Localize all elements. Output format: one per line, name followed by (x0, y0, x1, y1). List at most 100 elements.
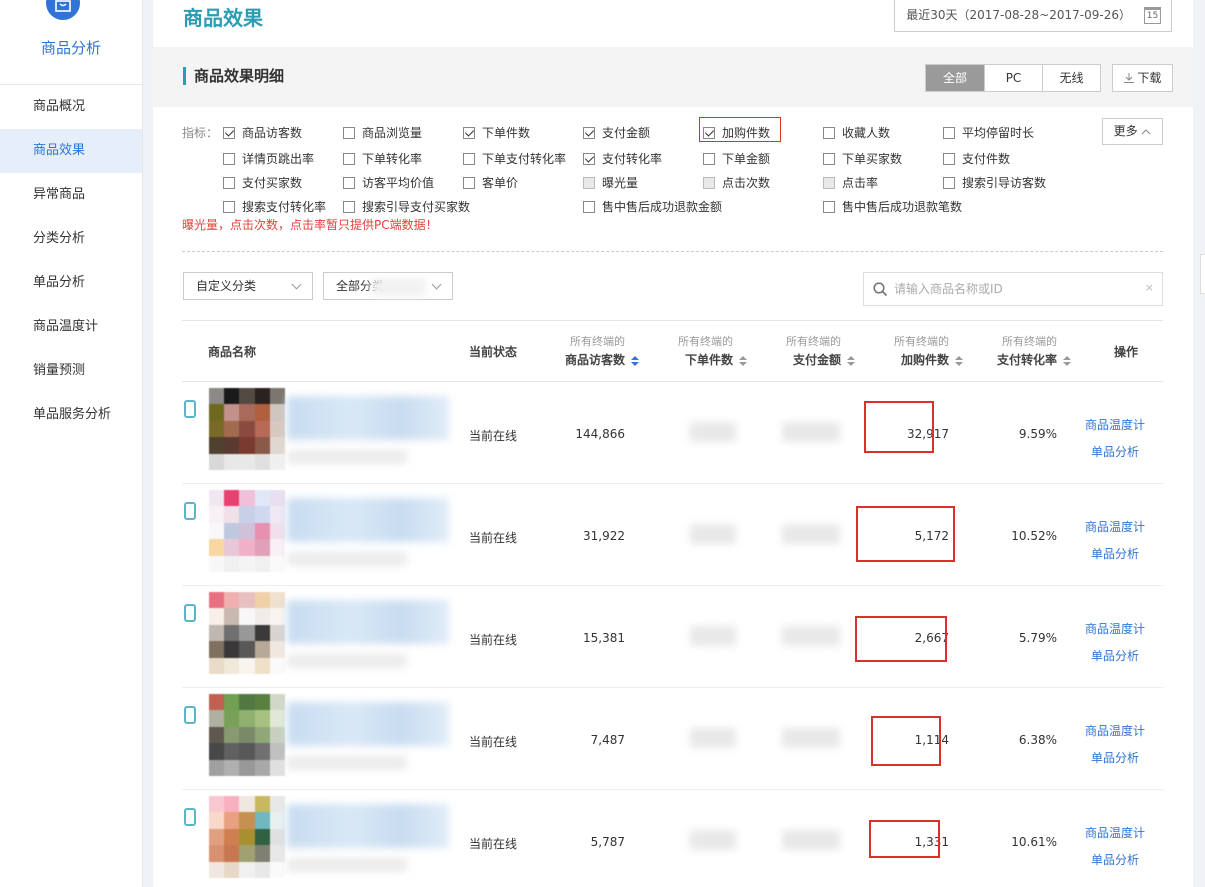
date-range-picker[interactable]: 最近30天（2017-08-28~2017-09-26） 15 (894, 0, 1172, 32)
checkbox-checked-icon[interactable] (223, 127, 235, 139)
checkbox-icon[interactable] (583, 201, 595, 213)
sort-icon[interactable] (631, 356, 639, 368)
checkbox-icon[interactable] (223, 177, 235, 189)
checkbox-icon[interactable] (343, 177, 355, 189)
col-orders[interactable]: 所有终端的 下单件数 (678, 333, 747, 369)
product-search[interactable]: × (863, 272, 1163, 306)
indicator-checkbox[interactable]: 访客平均价值 (343, 174, 434, 192)
indicator-checkbox[interactable]: 商品访客数 (223, 124, 302, 142)
product-thermometer-link[interactable]: 商品温度计 (1085, 620, 1145, 637)
indicator-checkbox[interactable]: 详情页跳出率 (223, 150, 314, 168)
product-thumbnail[interactable] (209, 388, 285, 470)
redacted-product-name[interactable] (287, 498, 449, 542)
clear-icon[interactable]: × (1145, 281, 1154, 294)
sidebar-item[interactable]: 商品概况 (0, 85, 142, 129)
sidebar-item[interactable]: 商品温度计 (0, 305, 142, 349)
segment-all[interactable]: 全部 (926, 65, 984, 91)
redacted-product-name[interactable] (287, 396, 449, 440)
custom-category-select[interactable]: 自定义分类 (183, 272, 313, 300)
indicator-checkbox[interactable]: 下单转化率 (343, 150, 422, 168)
indicator-label-text: 支付金额 (602, 126, 651, 140)
indicator-checkbox[interactable]: 点击率 (823, 174, 878, 192)
product-thumbnail[interactable] (209, 796, 285, 878)
indicator-checkbox[interactable]: 支付买家数 (223, 174, 302, 192)
sort-icon[interactable] (739, 356, 747, 368)
single-product-analysis-link[interactable]: 单品分析 (1091, 851, 1139, 868)
product-thumbnail[interactable] (209, 490, 285, 572)
checkbox-icon[interactable] (583, 177, 595, 189)
side-scroll-handle[interactable] (1200, 254, 1205, 294)
sidebar-item[interactable]: 单品服务分析 (0, 393, 142, 437)
indicator-checkbox[interactable]: 支付金额 (583, 124, 650, 142)
checkbox-icon[interactable] (943, 153, 955, 165)
col-conversion[interactable]: 所有终端的 支付转化率 (997, 333, 1071, 369)
redacted-payment (782, 524, 840, 544)
indicator-checkbox[interactable]: 支付件数 (943, 150, 1010, 168)
indicator-checkbox[interactable]: 搜索引导支付买家数 (343, 198, 470, 216)
checkbox-icon[interactable] (823, 127, 835, 139)
indicator-checkbox[interactable]: 曝光量 (583, 174, 638, 192)
checkbox-checked-icon[interactable] (583, 153, 595, 165)
checkbox-icon[interactable] (343, 127, 355, 139)
checkbox-icon[interactable] (823, 201, 835, 213)
indicator-checkbox[interactable]: 售中售后成功退款笔数 (823, 198, 962, 216)
product-thumbnail[interactable] (209, 694, 285, 776)
more-button[interactable]: 更多 (1102, 118, 1163, 145)
calendar-icon[interactable]: 15 (1144, 7, 1161, 24)
checkbox-icon[interactable] (943, 127, 955, 139)
sidebar-item[interactable]: 单品分析 (0, 261, 142, 305)
indicator-checkbox[interactable]: 收藏人数 (823, 124, 890, 142)
indicator-checkbox[interactable]: 下单支付转化率 (463, 150, 566, 168)
indicator-checkbox[interactable]: 下单买家数 (823, 150, 902, 168)
sidebar-item[interactable]: 分类分析 (0, 217, 142, 261)
col-visitors[interactable]: 所有终端的 商品访客数 (565, 333, 639, 369)
indicator-checkbox[interactable]: 平均停留时长 (943, 124, 1034, 142)
checkbox-icon[interactable] (823, 177, 835, 189)
checkbox-icon[interactable] (823, 153, 835, 165)
redacted-product-name[interactable] (287, 702, 449, 746)
col-payment[interactable]: 所有终端的 支付金额 (786, 333, 855, 369)
indicator-checkbox[interactable]: 商品浏览量 (343, 124, 422, 142)
checkbox-icon[interactable] (943, 177, 955, 189)
sort-icon[interactable] (847, 356, 855, 368)
indicator-checkbox[interactable]: 客单价 (463, 174, 518, 192)
sidebar-item[interactable]: 销量预测 (0, 349, 142, 393)
indicator-checkbox[interactable]: 售中售后成功退款金额 (583, 198, 722, 216)
single-product-analysis-link[interactable]: 单品分析 (1091, 647, 1139, 664)
checkbox-icon[interactable] (223, 201, 235, 213)
product-thermometer-link[interactable]: 商品温度计 (1085, 518, 1145, 535)
redacted-product-name[interactable] (287, 804, 449, 848)
redacted-product-name[interactable] (287, 600, 449, 644)
checkbox-icon[interactable] (343, 153, 355, 165)
col-cart[interactable]: 所有终端的 加购件数 (894, 333, 963, 369)
checkbox-checked-icon[interactable] (463, 127, 475, 139)
product-thumbnail[interactable] (209, 592, 285, 674)
checkbox-icon[interactable] (703, 177, 715, 189)
indicator-checkbox[interactable]: 下单件数 (463, 124, 530, 142)
indicator-checkbox[interactable]: 点击次数 (703, 174, 770, 192)
indicator-checkbox[interactable]: 搜索引导访客数 (943, 174, 1046, 192)
sidebar-item[interactable]: 异常商品 (0, 173, 142, 217)
indicator-checkbox[interactable]: 搜索支付转化率 (223, 198, 326, 216)
segment-pc[interactable]: PC (984, 65, 1042, 91)
single-product-analysis-link[interactable]: 单品分析 (1091, 545, 1139, 562)
checkbox-icon[interactable] (703, 153, 715, 165)
checkbox-icon[interactable] (343, 201, 355, 213)
product-thermometer-link[interactable]: 商品温度计 (1085, 824, 1145, 841)
product-thermometer-link[interactable]: 商品温度计 (1085, 416, 1145, 433)
product-thermometer-link[interactable]: 商品温度计 (1085, 722, 1145, 739)
sidebar-item[interactable]: 商品效果 (0, 129, 142, 173)
search-input[interactable] (894, 280, 1144, 298)
checkbox-icon[interactable] (223, 153, 235, 165)
indicator-checkbox[interactable]: 下单金额 (703, 150, 770, 168)
sort-icon[interactable] (1063, 356, 1071, 368)
download-button[interactable]: 下载 (1112, 64, 1173, 92)
single-product-analysis-link[interactable]: 单品分析 (1091, 749, 1139, 766)
checkbox-icon[interactable] (463, 153, 475, 165)
sort-icon[interactable] (955, 356, 963, 368)
checkbox-icon[interactable] (463, 177, 475, 189)
single-product-analysis-link[interactable]: 单品分析 (1091, 443, 1139, 460)
indicator-checkbox[interactable]: 支付转化率 (583, 150, 662, 168)
checkbox-checked-icon[interactable] (583, 127, 595, 139)
segment-wireless[interactable]: 无线 (1042, 65, 1100, 91)
